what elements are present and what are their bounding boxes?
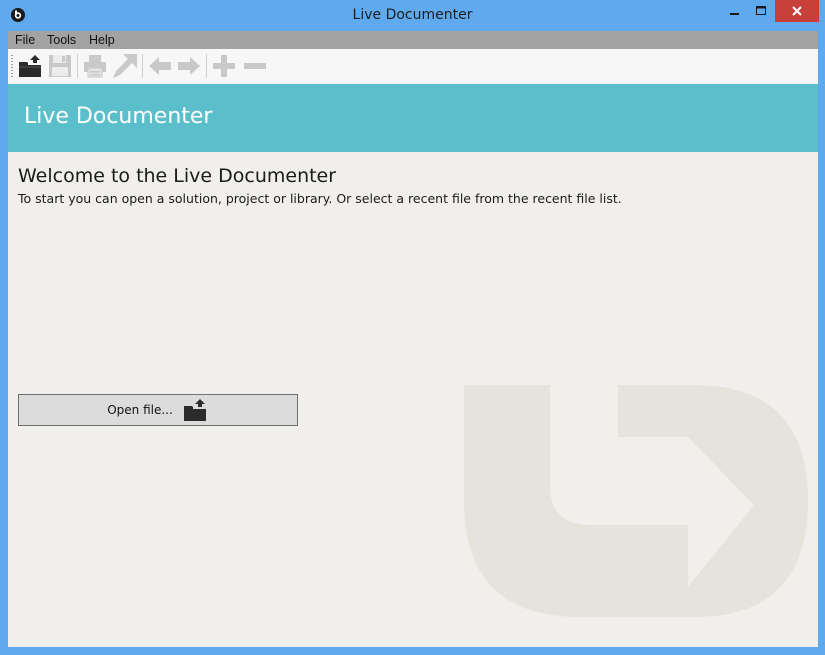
client-area: File Tools Help Live Documenter Welcome … [8, 31, 818, 647]
back-toolbar-button[interactable] [146, 53, 174, 79]
minimize-button[interactable] [722, 0, 748, 22]
menu-help[interactable]: Help [89, 33, 115, 47]
watermark-logo-icon [464, 385, 808, 617]
open-file-label: Open file... [107, 403, 173, 417]
forward-arrow-icon [178, 57, 200, 75]
open-folder-icon [19, 55, 41, 77]
save-icon [49, 55, 71, 77]
toolbar-separator [142, 54, 143, 78]
maximize-button[interactable] [748, 0, 774, 22]
zoom-out-toolbar-button[interactable] [241, 53, 269, 79]
print-icon [84, 55, 106, 78]
menu-file[interactable]: File [15, 33, 35, 47]
toolbar-separator [206, 54, 207, 78]
export-arrow-icon [113, 54, 137, 78]
open-file-button[interactable]: Open file... [18, 394, 298, 426]
toolbar-grip[interactable] [11, 55, 13, 77]
back-arrow-icon [149, 57, 171, 75]
close-icon [792, 6, 802, 16]
menu-bar: File Tools Help [8, 31, 818, 49]
title-bar[interactable]: Live Documenter [0, 0, 825, 31]
print-toolbar-button[interactable] [81, 53, 109, 79]
open-toolbar-button[interactable] [17, 53, 45, 79]
export-toolbar-button[interactable] [111, 53, 139, 79]
app-window: Live Documenter File Tools Help Live Doc… [0, 0, 825, 655]
toolbar-separator [77, 54, 78, 78]
close-button[interactable] [775, 0, 819, 22]
welcome-heading: Welcome to the Live Documenter [18, 165, 337, 187]
toolbar [8, 49, 818, 83]
plus-icon [213, 55, 235, 77]
save-toolbar-button[interactable] [46, 53, 74, 79]
welcome-text: To start you can open a solution, projec… [18, 191, 622, 206]
menu-tools[interactable]: Tools [47, 33, 76, 47]
open-folder-icon [183, 399, 206, 421]
minimize-icon [730, 13, 739, 15]
banner-title: Live Documenter [24, 104, 213, 129]
forward-toolbar-button[interactable] [175, 53, 203, 79]
minus-icon [244, 63, 266, 69]
header-banner: Live Documenter [8, 84, 818, 152]
window-title: Live Documenter [352, 7, 473, 23]
zoom-in-toolbar-button[interactable] [210, 53, 238, 79]
maximize-icon [756, 6, 766, 15]
